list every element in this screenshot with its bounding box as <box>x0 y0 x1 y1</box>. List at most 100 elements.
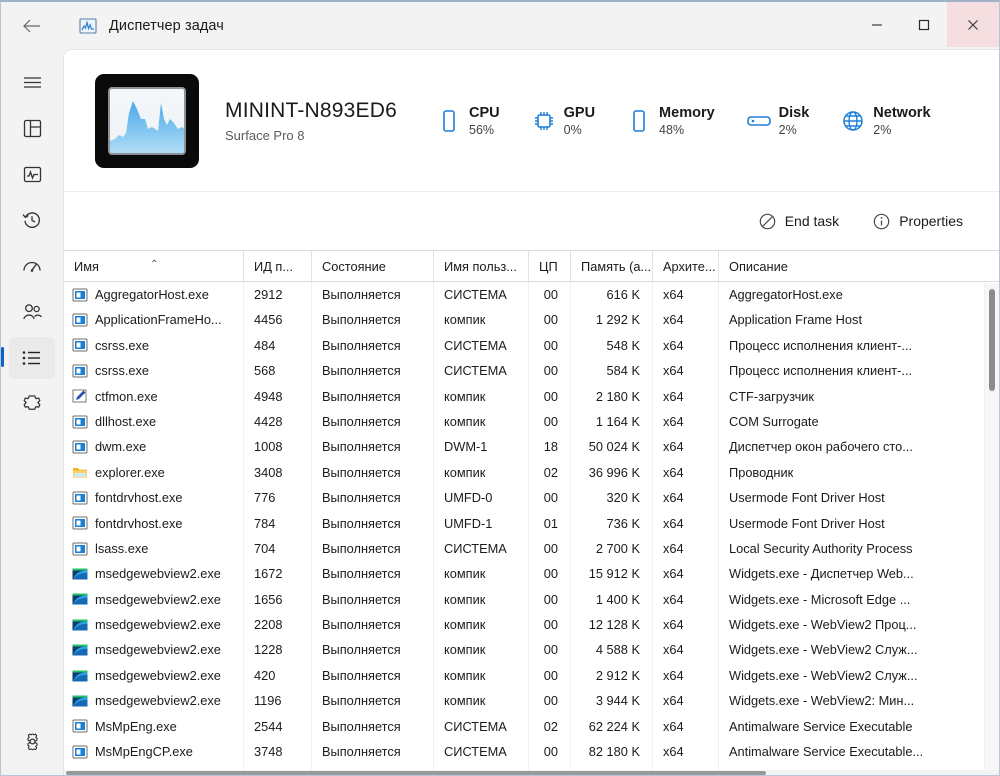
cell-name: ctfmon.exe <box>64 383 244 409</box>
cell-description: Widgets.exe - WebView2 Проц... <box>729 617 917 633</box>
sidebar-item-performance[interactable] <box>9 153 55 195</box>
metric-memory-label: Memory <box>659 104 715 121</box>
vertical-scrollbar-thumb[interactable] <box>989 289 995 391</box>
sidebar-item-app-history[interactable] <box>9 199 55 241</box>
table-row[interactable]: fontdrvhost.exe 784 Выполняется UMFD-1 01 736… <box>64 510 999 536</box>
sidebar-item-startup-apps[interactable] <box>9 245 55 287</box>
table-row[interactable]: dllhost.exe 4428 Выполняется компик 00 1 164 … <box>64 408 999 435</box>
edge-webview-icon <box>72 591 88 607</box>
cell-name: msedgewebview2.exe <box>64 586 244 613</box>
sidebar-item-users[interactable] <box>9 291 55 333</box>
table-row[interactable]: msedgewebview2.exe 1228 Выполняется компик 0… <box>64 637 999 663</box>
table-row[interactable]: msedgewebview2.exe 420 Выполняется компик 00… <box>64 662 999 689</box>
cell-pid: 1656 <box>244 586 312 613</box>
cell-architecture: x64 <box>653 485 719 511</box>
cell-description: Usermode Font Driver Host <box>729 515 885 531</box>
cell-memory: 62 224 K <box>571 713 653 740</box>
metric-network[interactable]: Network 2% <box>841 104 931 137</box>
metric-memory[interactable]: Memory 48% <box>627 105 715 137</box>
table-row[interactable]: AggregatorHost.exe 2912 Выполняется СИСТЕМА… <box>64 282 999 308</box>
table-row[interactable]: msedgewebview2.exe 1656 Выполняется компик 0… <box>64 586 999 613</box>
horizontal-scrollbar[interactable] <box>64 770 999 775</box>
sidebar-item-details[interactable] <box>1 337 55 379</box>
back-button[interactable] <box>9 7 55 45</box>
column-header-architecture[interactable]: Архите... <box>653 251 719 282</box>
cell-architecture: x64 <box>653 688 719 714</box>
performance-chart-icon <box>23 166 41 182</box>
table-row[interactable]: MsMpEngCP.exe 3748 Выполняется СИСТЕМА 00 82 … <box>64 739 999 765</box>
sidebar-item-processes[interactable] <box>9 107 55 149</box>
cell-memory: 320 K <box>571 485 653 511</box>
vertical-scrollbar[interactable] <box>984 283 999 775</box>
disk-icon <box>746 109 771 133</box>
cell-pid: 3748 <box>244 739 312 765</box>
exe-window-icon <box>72 541 88 557</box>
exe-window-icon <box>72 439 88 455</box>
metric-disk[interactable]: Disk 2% <box>746 105 809 137</box>
metric-gpu-value: 0% <box>563 122 582 137</box>
table-row[interactable]: fontdrvhost.exe 776 Выполняется UMFD-0 00 320… <box>64 485 999 511</box>
cell-pid: 2912 <box>244 282 312 308</box>
process-name: msedgewebview2.exe <box>95 667 221 683</box>
close-button[interactable] <box>947 2 999 47</box>
metric-gpu[interactable]: GPU 0% <box>532 105 595 137</box>
cell-cpu: 00 <box>529 662 571 689</box>
table-row[interactable]: msedgewebview2.exe 1196 Выполняется компик 0… <box>64 688 999 714</box>
horizontal-scrollbar-thumb[interactable] <box>66 771 766 775</box>
sidebar-item-hamburger[interactable] <box>9 61 55 103</box>
end-task-button[interactable]: End task <box>747 204 851 238</box>
column-header-state[interactable]: Состояние <box>312 251 434 282</box>
cell-memory: 2 912 K <box>571 662 653 689</box>
cell-cpu: 00 <box>529 332 571 359</box>
maximize-button[interactable] <box>900 2 947 47</box>
minimize-icon <box>871 23 882 26</box>
minimize-button[interactable] <box>853 2 900 47</box>
column-header-name[interactable]: Имя ⌃ <box>64 251 244 282</box>
cell-user: СИСТЕМА <box>434 358 529 384</box>
gauge-icon <box>23 261 41 272</box>
cell-state: Выполняется <box>312 739 434 765</box>
cell-description: Antimalware Service Executable... <box>729 744 924 760</box>
table-row[interactable]: explorer.exe 3408 Выполняется компик 02 36 99… <box>64 459 999 486</box>
column-header-name-label: Имя <box>74 258 99 274</box>
cell-cpu: 00 <box>529 358 571 384</box>
cell-pid: 776 <box>244 485 312 511</box>
table-row[interactable]: msedgewebview2.exe 1672 Выполняется компик 0… <box>64 561 999 587</box>
cell-description: Antimalware Service Executable <box>729 718 913 734</box>
column-header-description[interactable]: Описание <box>719 251 979 282</box>
sidebar-item-settings[interactable] <box>9 720 55 762</box>
table-row[interactable]: lsass.exe 704 Выполняется СИСТЕМА 00 2 700 Kx… <box>64 535 999 562</box>
cell-user: компик <box>434 586 529 613</box>
cell-architecture: x64 <box>653 459 719 486</box>
cell-user: компик <box>434 459 529 486</box>
metric-gpu-label: GPU <box>563 104 596 121</box>
metric-network-label: Network <box>873 104 931 121</box>
table-row[interactable]: MsMpEng.exe 2544 Выполняется СИСТЕМА 02 62 22… <box>64 713 999 740</box>
column-header-user[interactable]: Имя польз... <box>434 251 529 282</box>
exe-window-icon <box>72 363 88 379</box>
column-header-pid[interactable]: ИД п... <box>244 251 312 282</box>
column-header-cpu[interactable]: ЦП <box>529 251 571 282</box>
cell-pid: 2544 <box>244 713 312 740</box>
exe-window-icon <box>72 337 88 353</box>
table-row[interactable]: csrss.exe 568 Выполняется СИСТЕМА 00 584 Kx64… <box>64 358 999 384</box>
device-screen-graph <box>108 86 186 155</box>
cell-memory: 584 K <box>571 358 653 384</box>
sidebar-item-services[interactable] <box>9 383 55 425</box>
cell-memory: 12 128 K <box>571 612 653 638</box>
process-name: msedgewebview2.exe <box>95 591 221 607</box>
history-clock-icon <box>22 212 41 228</box>
edge-webview-icon <box>72 668 88 684</box>
cell-pid: 1196 <box>244 688 312 714</box>
process-name: MsMpEngCP.exe <box>95 744 193 760</box>
column-header-memory[interactable]: Память (а... <box>571 251 653 282</box>
table-row[interactable]: msedgewebview2.exe 2208 Выполняется компик 0… <box>64 612 999 638</box>
table-row[interactable]: csrss.exe 484 Выполняется СИСТЕМА 00 548 Kx64… <box>64 332 999 359</box>
cell-memory: 616 K <box>571 282 653 308</box>
table-row[interactable]: dwm.exe 1008 Выполняется DWM-1 18 50 024 Kx64… <box>64 434 999 460</box>
table-row[interactable]: ctfmon.exe 4948 Выполняется компик 00 2 180 K… <box>64 383 999 409</box>
cell-memory: 736 K <box>571 510 653 536</box>
table-row[interactable]: ApplicationFrameHo... 4456 Выполняется комп… <box>64 307 999 333</box>
properties-button[interactable]: Properties <box>861 204 975 238</box>
metric-cpu[interactable]: CPU 56% <box>437 105 500 137</box>
